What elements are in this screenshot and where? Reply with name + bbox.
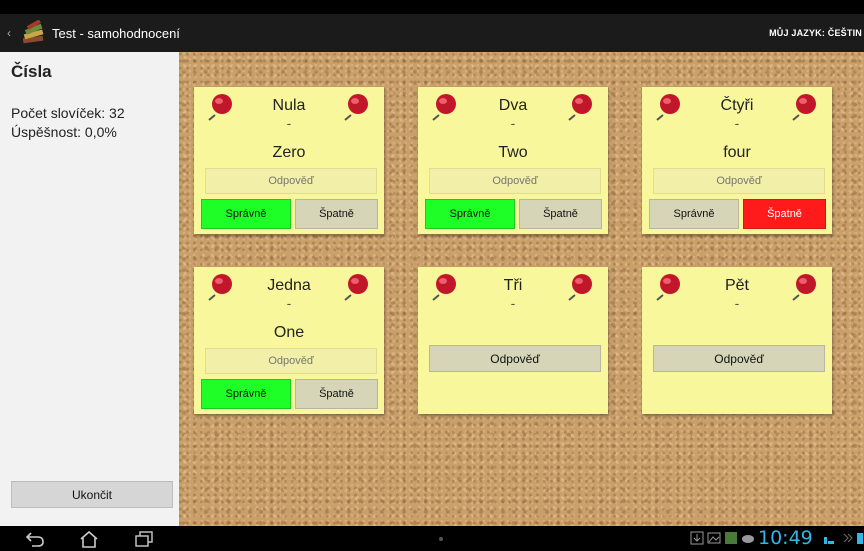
card-word: Dva <box>498 97 528 114</box>
wrong-button[interactable]: Špatně <box>295 379 378 409</box>
language-selector[interactable]: MŮJ JAZYK: ČEŠTIN <box>769 28 862 38</box>
up-caret-icon[interactable]: ‹ <box>2 26 16 40</box>
back-icon[interactable] <box>24 530 46 548</box>
correct-button[interactable]: Správně <box>201 199 291 229</box>
action-bar: ‹ Test - samohodnocení MŮJ JAZYK: ČEŠTIN <box>0 14 864 52</box>
wrong-button[interactable]: Špatně <box>295 199 378 229</box>
category-heading: Čísla <box>11 62 52 81</box>
card-word: Čtyři <box>720 97 754 114</box>
word-card: Tři - Odpověď <box>418 267 608 414</box>
card-separator: - <box>510 115 516 131</box>
system-navigation-bar: 10:49 <box>0 526 864 551</box>
recent-apps-icon[interactable] <box>133 530 155 548</box>
card-separator: - <box>734 115 740 131</box>
show-answer-button[interactable]: Odpověď <box>429 345 601 372</box>
download-notification-icon[interactable] <box>690 531 704 545</box>
answer-input[interactable] <box>205 348 377 374</box>
answer-input[interactable] <box>429 168 601 194</box>
status-strip <box>0 0 864 14</box>
card-translation: four <box>723 144 751 161</box>
card-translation: One <box>273 324 305 341</box>
word-card: Jedna - One Správně Špatně <box>194 267 384 414</box>
gallery-notification-icon[interactable] <box>707 531 721 545</box>
app-books-icon[interactable] <box>20 19 46 46</box>
correct-button[interactable]: Správně <box>201 379 291 409</box>
card-word: Jedna <box>267 277 311 294</box>
card-word: Tři <box>503 277 523 294</box>
clock: 10:49 <box>758 527 813 549</box>
word-card: Dva - Two Správně Špatně <box>418 87 608 234</box>
card-word: Nula <box>272 97 306 114</box>
card-separator: - <box>286 295 292 311</box>
card-translation: Zero <box>272 144 306 161</box>
word-card: Nula - Zero Správně Špatně <box>194 87 384 234</box>
show-answer-button[interactable]: Odpověď <box>653 345 825 372</box>
corkboard: Nula - Zero Správně Špatně Dva - Two Spr… <box>179 52 864 526</box>
card-separator: - <box>286 115 292 131</box>
wrong-button[interactable]: Špatně <box>743 199 826 229</box>
app-notification-icon[interactable] <box>724 531 738 545</box>
correct-button[interactable]: Správně <box>425 199 515 229</box>
card-separator: - <box>734 295 740 311</box>
sidebar: Čísla Počet slovíček: 32 Úspěšnost: 0,0%… <box>0 52 179 526</box>
page-indicator-dot <box>439 537 443 541</box>
wifi-icon <box>824 537 834 544</box>
quit-button[interactable]: Ukončit <box>11 481 173 508</box>
correct-button[interactable]: Správně <box>649 199 739 229</box>
card-separator: - <box>510 295 516 311</box>
android-notification-icon[interactable] <box>741 531 755 545</box>
chevron-icon <box>843 533 853 543</box>
word-count: Počet slovíček: 32 <box>11 105 125 121</box>
card-translation: Two <box>498 144 528 161</box>
battery-icon <box>857 533 863 544</box>
card-word: Pět <box>724 277 749 294</box>
answer-input[interactable] <box>205 168 377 194</box>
word-card: Čtyři - four Správně Špatně <box>642 87 832 234</box>
answer-input[interactable] <box>653 168 825 194</box>
wrong-button[interactable]: Špatně <box>519 199 602 229</box>
app-title: Test - samohodnocení <box>52 25 180 41</box>
success-rate: Úspěšnost: 0,0% <box>11 124 117 140</box>
home-icon[interactable] <box>78 530 100 548</box>
word-card: Pět - Odpověď <box>642 267 832 414</box>
